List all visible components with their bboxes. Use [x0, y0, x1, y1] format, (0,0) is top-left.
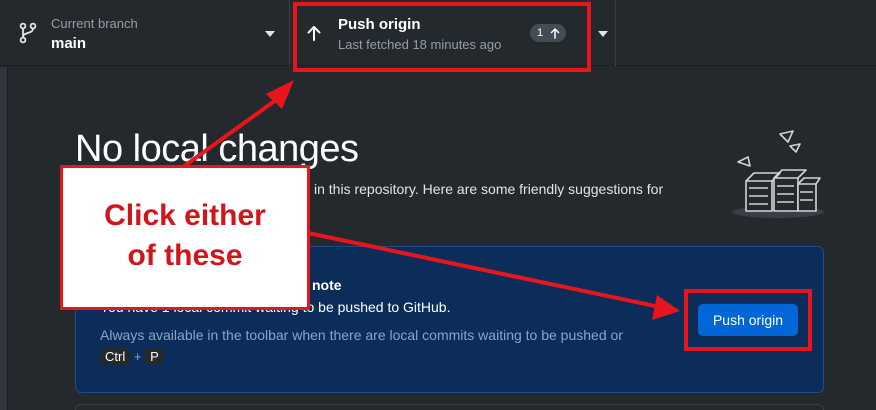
toolbar-push-highlight: [293, 2, 591, 72]
callout-text: Click either of these: [63, 196, 307, 276]
ctrl-key: Ctrl: [100, 348, 131, 365]
card-hint: Always available in the toolbar when the…: [100, 327, 623, 343]
chevron-down-icon: [265, 31, 275, 37]
p-key: P: [145, 348, 164, 365]
next-suggestion-card: [75, 404, 824, 410]
current-branch-name: main: [51, 35, 87, 52]
keyboard-shortcut: Ctrl + P: [100, 348, 164, 365]
sidebar-edge: [0, 67, 8, 410]
push-options-dropdown[interactable]: [588, 0, 616, 66]
callout-line-2: of these: [127, 239, 243, 272]
current-branch-button[interactable]: Current branch main: [0, 0, 290, 66]
chevron-down-icon: [598, 31, 608, 37]
annotation-callout: Click either of these: [60, 165, 310, 310]
callout-line-1: Click either: [104, 199, 266, 232]
card-push-highlight: [684, 289, 812, 351]
shortcut-plus: +: [133, 349, 142, 364]
current-branch-label: Current branch: [51, 16, 138, 31]
card-title: note: [312, 277, 342, 293]
toolbar-empty-space: [616, 0, 876, 66]
git-branch-icon: [19, 22, 37, 44]
empty-repository-illustration: [732, 130, 824, 218]
